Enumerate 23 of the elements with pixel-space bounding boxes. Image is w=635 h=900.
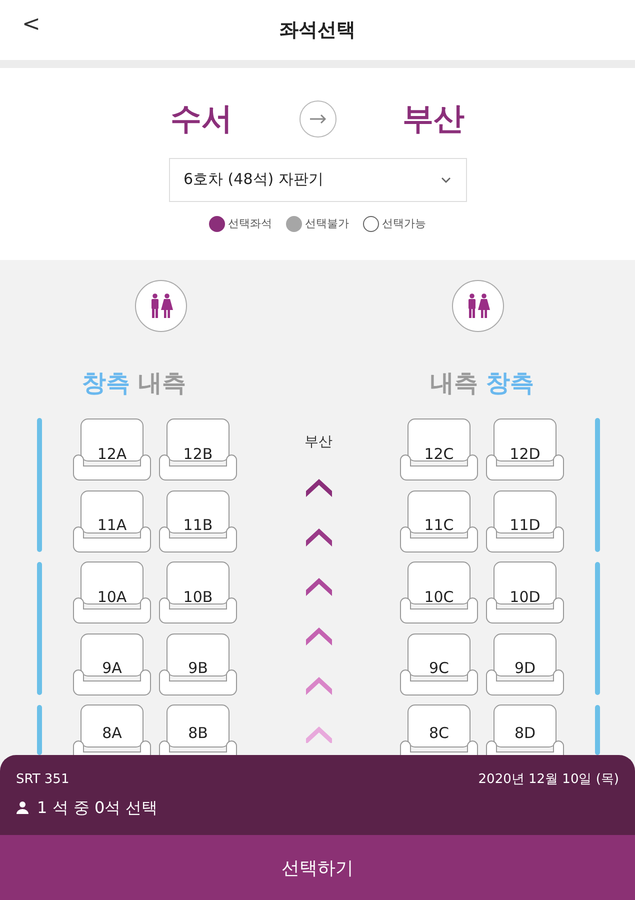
arrival-station: 부산: [402, 100, 466, 139]
person-icon: [16, 801, 29, 814]
back-button[interactable]: <: [18, 14, 44, 36]
page-title: 좌석선택: [280, 18, 356, 43]
side-label: 창측: [486, 368, 534, 399]
select-button[interactable]: 선택하기: [0, 835, 635, 900]
legend-label: 선택불가: [305, 216, 349, 232]
side-label: 내측: [138, 368, 186, 399]
side-label: 내측: [430, 368, 478, 399]
seat-count: 1 석 중 0석 선택: [37, 796, 158, 818]
restroom-icon: [452, 280, 504, 332]
travel-date: 2020년 12월 10일 (목): [478, 771, 619, 789]
side-label: 창측: [82, 368, 130, 399]
window-bar: [37, 705, 42, 755]
legend-label: 선택좌석: [228, 216, 272, 232]
window-bar: [595, 705, 600, 755]
car-select[interactable]: 6호차 (48석) 자판기: [168, 158, 466, 202]
train-number: SRT 351: [16, 771, 70, 789]
departure-station: 수서: [170, 100, 234, 139]
legend-label: 선택가능: [382, 216, 426, 232]
direction-label: 부산: [304, 433, 332, 452]
chevron-down-icon: [440, 176, 452, 184]
restroom-icon: [135, 280, 187, 332]
